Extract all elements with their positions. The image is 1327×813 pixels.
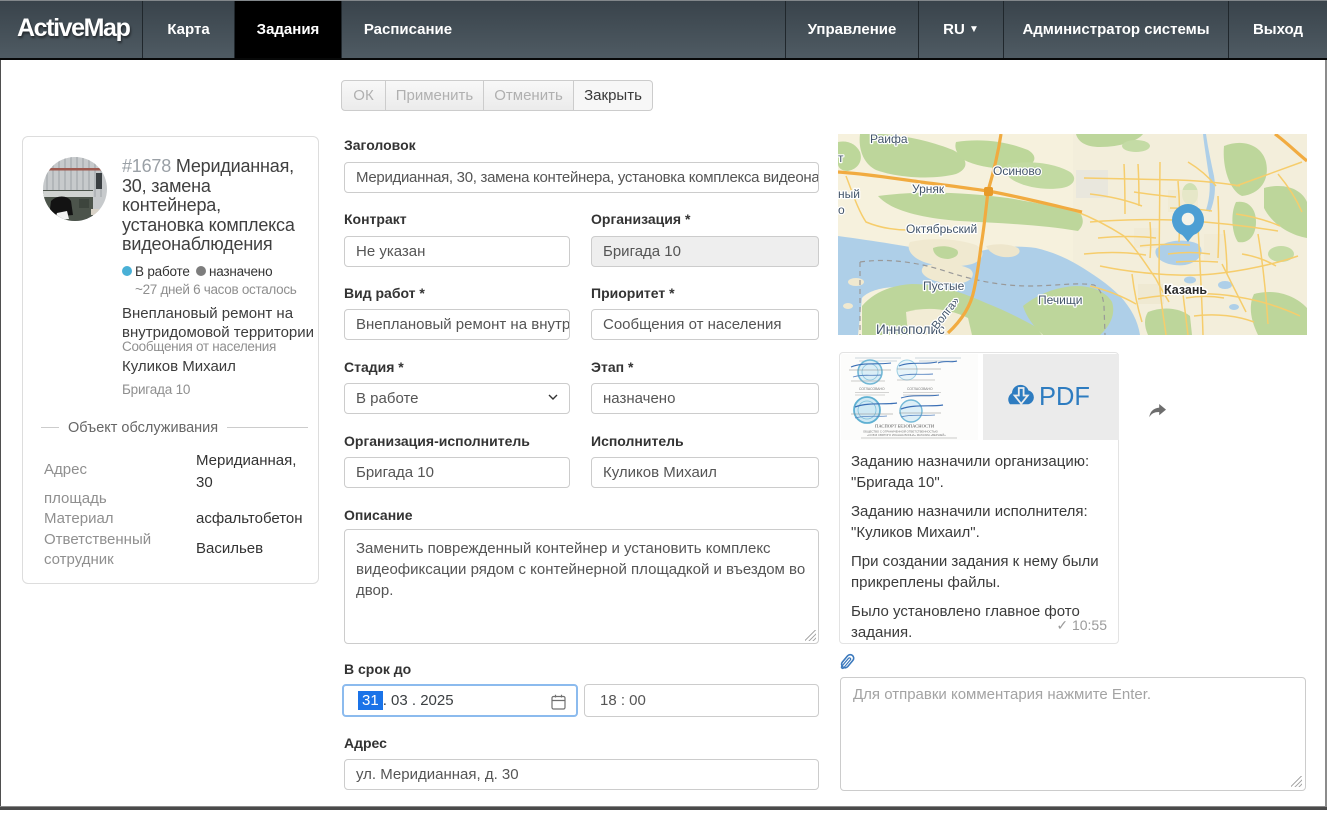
svg-text:СОГЛАСОВАНО: СОГЛАСОВАНО (907, 387, 933, 391)
svg-text:Октябрьский: Октябрьский (906, 222, 977, 236)
svg-text:Осиново: Осиново (993, 164, 1042, 178)
svg-text:Печищи: Печищи (1038, 293, 1082, 307)
svg-text:ный: ный (838, 187, 860, 201)
svg-text:PDF: PDF (1039, 383, 1090, 411)
svg-text:о: о (838, 203, 845, 217)
svg-text:Урняк: Урняк (912, 182, 945, 196)
svg-text:Раифа: Раифа (870, 134, 908, 146)
svg-text:Пустые: Пустые (923, 279, 965, 293)
svg-text:Казань: Казань (1164, 283, 1207, 297)
svg-text:т: т (838, 151, 844, 165)
svg-text:«СОЮЗ СВЯТОГО ИОАННА ВОИНА» МА: «СОЮЗ СВЯТОГО ИОАННА ВОИНА» МАГАЗИН «ВЕР… (867, 433, 946, 437)
svg-text:ПАСПОРТ БЕЗОПАСНОСТИ: ПАСПОРТ БЕЗОПАСНОСТИ (875, 424, 935, 429)
svg-text:СОГЛАСОВАНО: СОГЛАСОВАНО (859, 387, 885, 391)
